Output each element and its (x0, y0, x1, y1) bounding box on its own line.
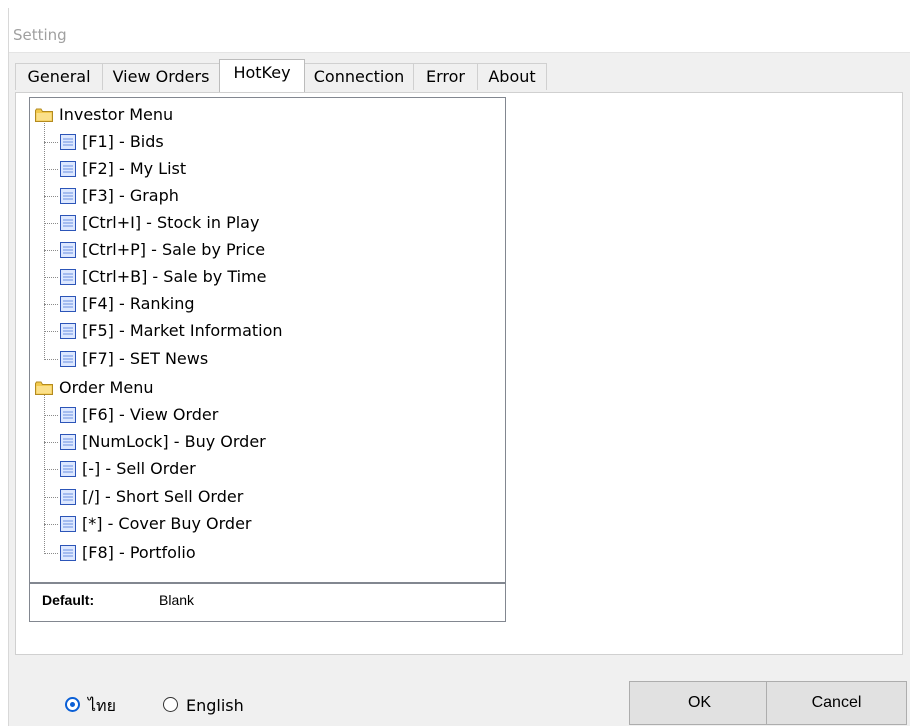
tree-group-label: Investor Menu (59, 105, 174, 124)
tab-view-orders[interactable]: View Orders (102, 63, 220, 90)
default-label: Default: (42, 592, 95, 608)
document-icon (60, 489, 76, 505)
tree-item-label: [F3] - Graph (82, 186, 179, 205)
tree-connector (44, 223, 58, 224)
document-icon (60, 434, 76, 450)
tree-item-label: [Ctrl+I] - Stock in Play (82, 213, 260, 232)
folder-icon (35, 381, 53, 395)
tab-about[interactable]: About (477, 63, 547, 90)
document-icon (60, 215, 76, 231)
tree-item-label: [Ctrl+B] - Sale by Time (82, 267, 267, 286)
document-icon (60, 461, 76, 477)
tree-connector (44, 304, 58, 305)
document-icon (60, 323, 76, 339)
tree-connector (44, 524, 58, 525)
tree-item-label: [F6] - View Order (82, 405, 219, 424)
document-icon (60, 242, 76, 258)
document-icon (60, 296, 76, 312)
radio-label-english: English (186, 696, 244, 715)
tree-item-label: [/] - Short Sell Order (82, 487, 244, 506)
tab-error[interactable]: Error (413, 63, 478, 90)
tree-connector (44, 553, 58, 554)
tree-connector (44, 196, 58, 197)
document-icon (60, 351, 76, 367)
tree-connector (44, 331, 58, 332)
tree-item-label: [F2] - My List (82, 159, 187, 178)
tab-general[interactable]: General (15, 63, 103, 90)
tree-connector (44, 169, 58, 170)
tree-item-label: [F1] - Bids (82, 132, 164, 151)
tree-connector (44, 359, 58, 360)
tree-item-label: [F7] - SET News (82, 349, 209, 368)
tree-item-label: [*] - Cover Buy Order (82, 514, 252, 533)
document-icon (60, 161, 76, 177)
window-title: Setting (13, 26, 67, 44)
document-icon (60, 407, 76, 423)
radio-checked-icon (65, 697, 80, 712)
tree-item-label: [F5] - Market Information (82, 321, 283, 340)
tab-connection[interactable]: Connection (304, 63, 414, 90)
tab-hotkey[interactable]: HotKey (219, 59, 305, 92)
document-icon (60, 269, 76, 285)
folder-icon (35, 108, 53, 122)
tree-connector (44, 415, 58, 416)
document-icon (60, 188, 76, 204)
radio-unchecked-icon (163, 697, 178, 712)
tree-item-label: [F4] - Ranking (82, 294, 195, 313)
default-info-panel: Default: Blank (29, 582, 506, 622)
tree-connector (44, 469, 58, 470)
ok-button[interactable]: OK (629, 681, 770, 725)
tree-connector (44, 277, 58, 278)
document-icon (60, 516, 76, 532)
tree-connector (44, 394, 45, 554)
tree-connector (44, 120, 45, 360)
hotkey-tree[interactable]: Investor Menu [F1] - Bids [F2] - My List… (29, 97, 506, 584)
cancel-button[interactable]: Cancel (766, 681, 907, 725)
document-icon (60, 134, 76, 150)
radio-label-thai: ไทย (88, 696, 116, 715)
tree-connector (44, 250, 58, 251)
tree-connector (44, 142, 58, 143)
tree-item-label: [NumLock] - Buy Order (82, 432, 266, 451)
document-icon (60, 545, 76, 561)
tree-item-label: [Ctrl+P] - Sale by Price (82, 240, 266, 259)
tree-item-label: [F8] - Portfolio (82, 543, 196, 562)
tree-group-label: Order Menu (59, 378, 154, 397)
tree-item-label: [-] - Sell Order (82, 459, 196, 478)
default-value: Blank (159, 592, 195, 608)
tree-connector (44, 442, 58, 443)
setting-window: Setting General View Orders HotKey Conne… (8, 8, 910, 726)
tree-connector (44, 497, 58, 498)
title-bar: Setting (9, 8, 910, 53)
